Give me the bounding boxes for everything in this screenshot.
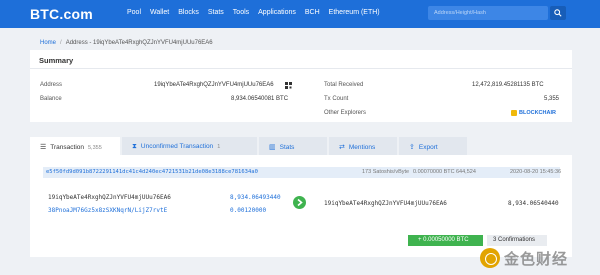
watermark: 金色财经 xyxy=(480,247,568,269)
tab-transaction[interactable]: ☰ Transaction 5,355 xyxy=(30,137,120,155)
balance-value: 8,934.06540081 BTC xyxy=(231,96,289,102)
arrow-right-icon xyxy=(293,196,306,209)
tab-bar: ☰ Transaction 5,355 ⧗ Unconfirmed Transacti… xyxy=(30,137,572,155)
tx-time: 2020-08-20 15:45:36 xyxy=(510,169,562,175)
tx-input-amount: 0.00120000 xyxy=(230,207,267,214)
blockchair-icon xyxy=(511,110,517,116)
total-received-label: Total Received xyxy=(324,82,364,88)
top-navbar: BTC.com Pool Wallet Blocks Stats Tools A… xyxy=(0,0,600,28)
tx-size: 644,524 xyxy=(456,169,476,175)
tab-mentions[interactable]: ⇄ Mentions xyxy=(329,137,397,155)
qr-code-icon[interactable] xyxy=(285,82,292,89)
tx-input-amount: 8,934.06493440 xyxy=(230,194,281,201)
tab-export[interactable]: ⇪ Export xyxy=(399,137,467,155)
address-value: 19iqYbeATe4RxghQZJnYVFU4mjUUu76EA6 xyxy=(154,82,274,88)
blockchair-link[interactable]: BLOCKCHAIR xyxy=(519,110,556,116)
tx-count-value: 5,355 xyxy=(544,96,560,102)
other-explorers-label: Other Explorers xyxy=(324,110,367,116)
balance-label: Balance xyxy=(40,96,62,102)
watermark-logo-icon xyxy=(480,248,500,268)
main-nav: Pool Wallet Blocks Stats Tools Applicati… xyxy=(127,9,380,16)
balance-change-badge: + 0.00050000 BTC xyxy=(408,235,483,246)
breadcrumb-home[interactable]: Home xyxy=(40,40,56,46)
watermark-text: 金色财经 xyxy=(504,250,569,268)
nav-item-blocks[interactable]: Blocks xyxy=(178,9,199,16)
nav-item-ethereum[interactable]: Ethereum (ETH) xyxy=(329,9,380,16)
tab-unconfirmed[interactable]: ⧗ Unconfirmed Transaction 1 xyxy=(122,137,257,155)
tx-fee: 0.00070000 BTC xyxy=(413,169,455,175)
nav-item-wallet[interactable]: Wallet xyxy=(150,9,169,16)
search-button[interactable] xyxy=(550,6,566,20)
confirmations-badge: 3 Confirmations xyxy=(487,235,547,246)
nav-item-bch[interactable]: BCH xyxy=(305,9,320,16)
address-label: Address xyxy=(40,82,63,88)
nav-item-stats[interactable]: Stats xyxy=(208,9,224,16)
search-icon xyxy=(554,9,562,17)
summary-title: Summary xyxy=(30,50,572,69)
nav-item-applications[interactable]: Applications xyxy=(258,9,296,16)
tab-label: Transaction xyxy=(50,144,84,151)
total-received-value: 12,472,819.45281135 BTC xyxy=(472,82,544,88)
tx-input-address[interactable]: 38PnoaJM76Gz5x8zSXKNqrN/LijZ7rvtE xyxy=(48,207,167,214)
tab-label: Export xyxy=(418,144,438,151)
nav-item-pool[interactable]: Pool xyxy=(127,9,141,16)
breadcrumb: Home / Address - 19iqYbeATe4RxghQZJnYVFU4m… xyxy=(40,40,213,46)
hourglass-icon: ⧗ xyxy=(132,143,137,150)
search-input[interactable]: Address/Height/Hash xyxy=(428,6,548,20)
tab-count: 5,355 xyxy=(88,145,102,151)
nav-item-tools[interactable]: Tools xyxy=(233,9,249,16)
list-icon: ☰ xyxy=(40,144,47,151)
tx-hash-link[interactable]: e5f50fd9d091b8722291141dc41c4d240ec47215… xyxy=(46,169,258,175)
tx-count-label: Tx Count xyxy=(324,96,349,102)
tab-label: Unconfirmed Transaction xyxy=(140,143,214,150)
export-icon: ⇪ xyxy=(409,144,415,151)
tx-input-address[interactable]: 19iqYbeATe4RxghQZJnYVFU4mjUUu76EA6 xyxy=(48,194,171,201)
tx-output-address[interactable]: 19iqYbeATe4RxghQZJnYVFU4mjUUu76EA6 xyxy=(324,200,447,207)
tab-label: Stats xyxy=(279,144,295,151)
arrows-icon: ⇄ xyxy=(339,144,345,151)
chart-icon: ▥ xyxy=(269,144,276,151)
tab-label: Mentions xyxy=(348,144,376,151)
site-logo[interactable]: BTC.com xyxy=(30,6,93,22)
breadcrumb-separator: / xyxy=(60,40,62,46)
tab-stats[interactable]: ▥ Stats xyxy=(259,137,327,155)
tx-output-amount: 8,934.06540440 xyxy=(508,200,559,207)
tab-count: 1 xyxy=(217,144,221,150)
tx-fee-rate: 173 Satoshis/vByte xyxy=(362,169,410,175)
breadcrumb-current: Address - 19iqYbeATe4RxghQZJnYVFU4mjUUu7… xyxy=(65,40,213,46)
